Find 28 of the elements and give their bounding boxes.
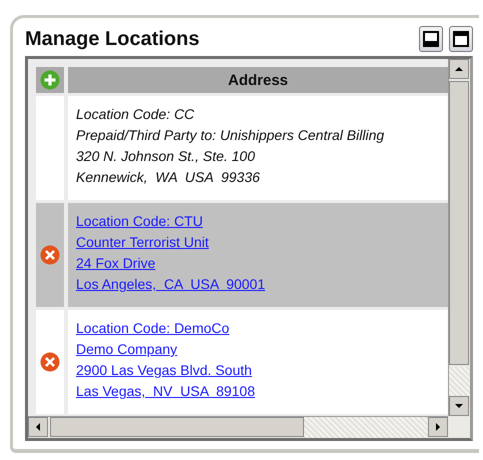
address-link[interactable]: 24 Fox Drive	[76, 253, 156, 273]
delete-icon[interactable]	[40, 245, 60, 265]
scroll-up-icon[interactable]	[455, 65, 463, 73]
vertical-scrollbar[interactable]	[448, 59, 470, 416]
scrollbar-thumb[interactable]	[449, 81, 469, 365]
address-link[interactable]: Counter Terrorist Unit	[76, 232, 209, 252]
address-line: Prepaid/Third Party to: Unishippers Central Billing	[76, 126, 384, 145]
maximize-button[interactable]	[449, 26, 473, 52]
address-line: 320 N. Johnson St., Ste. 100	[76, 147, 256, 166]
scrollbar-corner	[448, 416, 470, 438]
address-link[interactable]: Demo Company	[76, 339, 178, 359]
add-icon[interactable]	[40, 70, 60, 90]
delete-icon[interactable]	[40, 352, 60, 372]
scroll-left-icon[interactable]	[34, 423, 42, 431]
address-line: Kennewick, WA USA 99336	[76, 168, 260, 187]
scroll-down-icon[interactable]	[455, 402, 463, 410]
panel-title: Manage Locations	[25, 28, 200, 50]
scrollbar-thumb[interactable]	[50, 417, 304, 437]
address-line: Location Code: CC	[76, 105, 194, 124]
address-link[interactable]: Location Code: DemoCo	[76, 318, 230, 338]
address-link[interactable]: Los Angeles, CA USA 90001	[76, 274, 266, 294]
address-link[interactable]: Location Code: CTU	[76, 211, 203, 231]
column-header[interactable]: Address	[68, 67, 448, 93]
horizontal-scrollbar[interactable]	[28, 416, 448, 438]
address-link[interactable]: 2900 Las Vegas Blvd. South	[76, 360, 252, 380]
address-link[interactable]: Las Vegas, NV USA 89108	[76, 381, 256, 401]
dock-bottom-button[interactable]	[419, 26, 443, 52]
scroll-right-icon[interactable]	[434, 423, 442, 431]
